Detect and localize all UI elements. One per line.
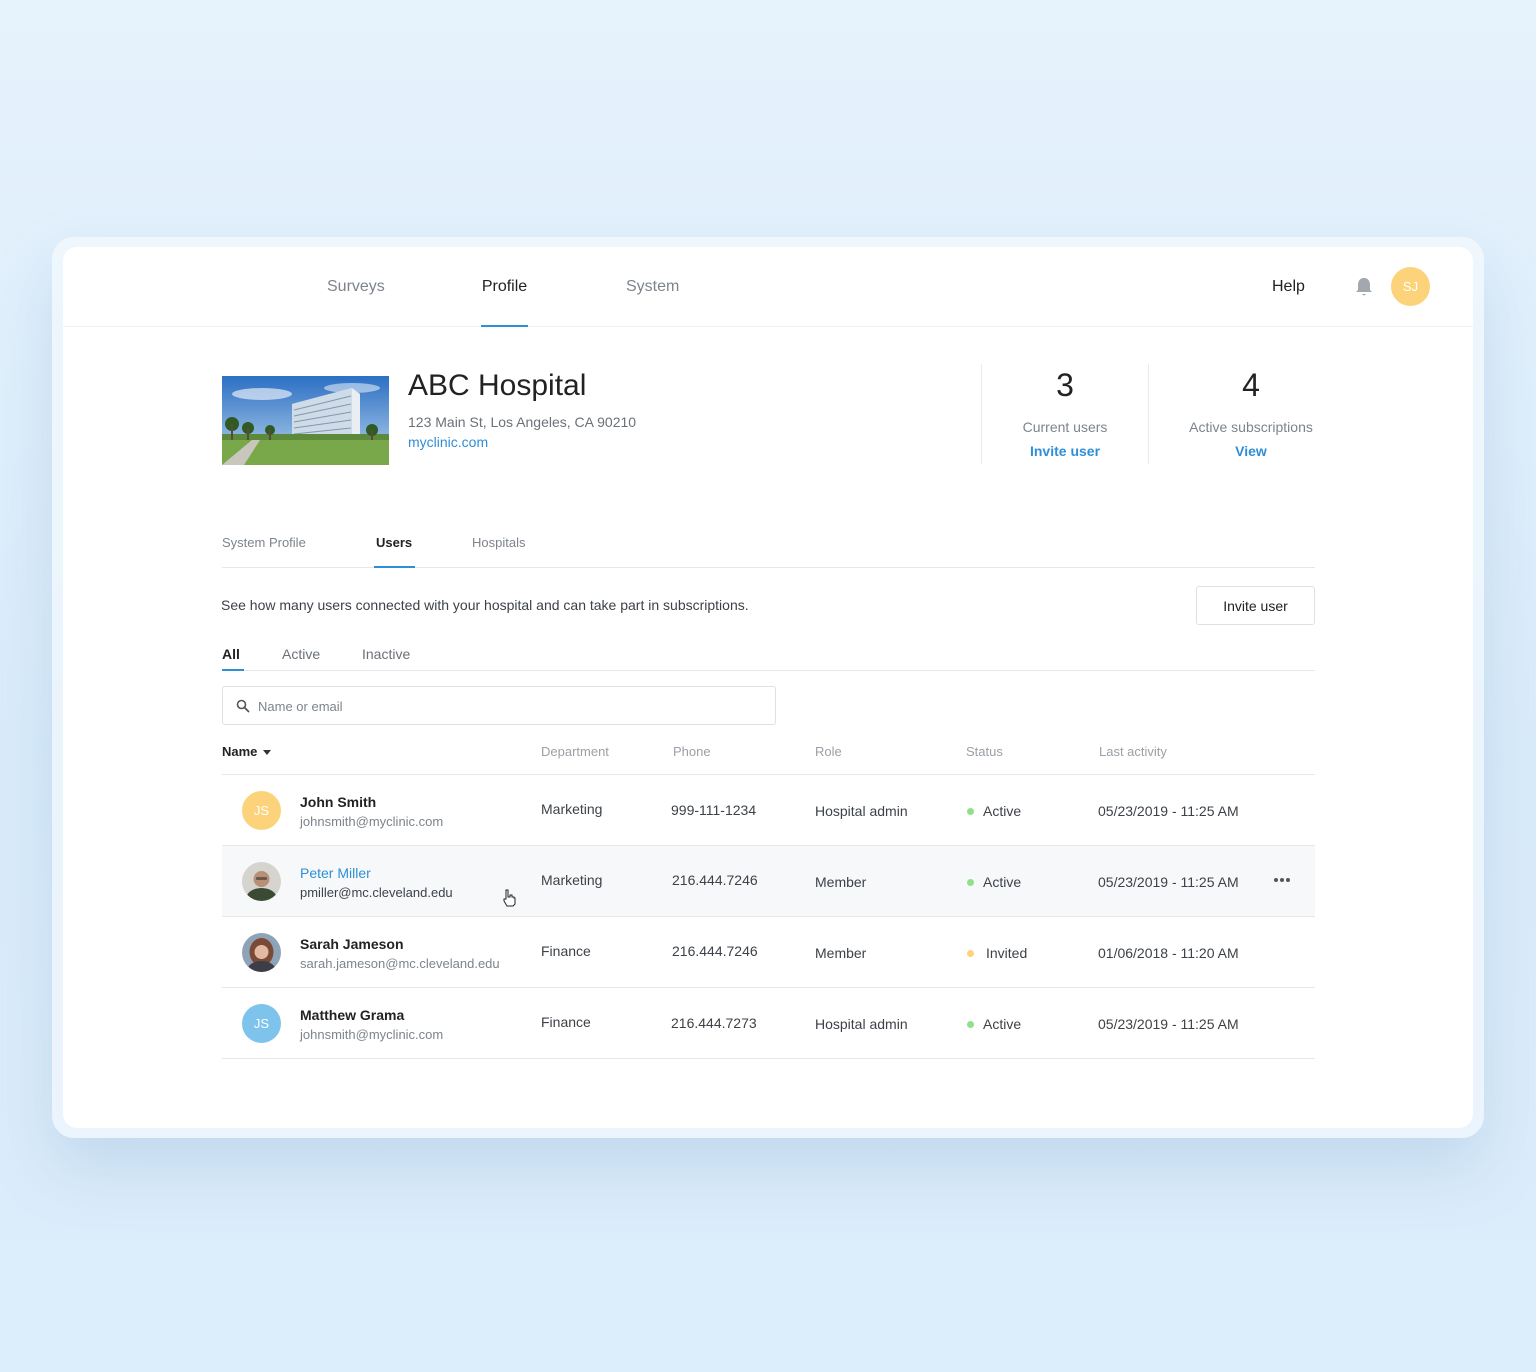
user-department: Marketing	[541, 872, 603, 888]
tab-users[interactable]: Users	[373, 535, 416, 568]
user-email: johnsmith@myclinic.com	[300, 814, 444, 829]
user-last-activity: 05/23/2019 - 11:25 AM	[1098, 874, 1239, 890]
user-phone: 999-111-1234	[671, 802, 757, 818]
current-users-count: 3	[1056, 367, 1074, 403]
nav-tab-system[interactable]: System	[626, 247, 679, 327]
user-department: Finance	[541, 1014, 591, 1030]
table-header: Name Department Phone Role Status Last a…	[222, 737, 1315, 775]
table-row[interactable]: JS John Smith johnsmith@myclinic.com Mar…	[222, 775, 1315, 846]
bell-icon[interactable]	[1354, 276, 1374, 298]
user-name-link[interactable]: Peter Miller	[300, 865, 371, 881]
user-role: Member	[815, 945, 867, 961]
search-input[interactable]	[258, 695, 758, 717]
stat-active-subscriptions: 4 Active subscriptions View	[1168, 367, 1334, 459]
invite-user-link[interactable]: Invite user	[982, 443, 1148, 459]
avatar	[242, 933, 281, 972]
user-email: pmiller@mc.cleveland.edu	[300, 885, 453, 900]
active-subscriptions-label: Active subscriptions	[1189, 419, 1313, 435]
column-header-name-label: Name	[222, 744, 258, 759]
user-last-activity: 05/23/2019 - 11:25 AM	[1098, 1016, 1239, 1032]
user-phone: 216.444.7273	[671, 1015, 757, 1031]
user-email: johnsmith@myclinic.com	[300, 1027, 444, 1042]
hospital-photo	[222, 376, 389, 465]
user-last-activity: 05/23/2019 - 11:25 AM	[1098, 803, 1239, 819]
user-department: Finance	[541, 943, 591, 959]
help-link[interactable]: Help	[1272, 247, 1305, 327]
table-row[interactable]: JS Matthew Grama johnsmith@myclinic.com …	[222, 988, 1315, 1059]
column-header-role[interactable]: Role	[815, 744, 842, 759]
table-row[interactable]: Sarah Jameson sarah.jameson@mc.cleveland…	[222, 917, 1315, 988]
status-dot	[967, 1021, 974, 1028]
user-name: John Smith	[300, 794, 377, 810]
filter-inactive[interactable]: Inactive	[362, 646, 410, 670]
search-icon	[236, 699, 250, 713]
table-row[interactable]: Peter Miller pmiller@mc.cleveland.edu Ma…	[222, 846, 1315, 917]
status-badge: Active	[983, 803, 1022, 819]
nav-tab-profile[interactable]: Profile	[481, 247, 528, 327]
status-dot	[967, 879, 974, 886]
column-header-department[interactable]: Department	[541, 744, 609, 759]
sort-caret-icon	[263, 750, 272, 756]
user-name: Matthew Grama	[300, 1007, 405, 1023]
status-dot	[967, 950, 974, 957]
hospital-address: 123 Main St, Los Angeles, CA 90210	[408, 414, 637, 430]
active-subscriptions-count: 4	[1242, 367, 1260, 403]
nav-tab-surveys[interactable]: Surveys	[327, 247, 385, 327]
user-role: Hospital admin	[815, 803, 908, 819]
invite-user-button[interactable]: Invite user	[1196, 586, 1315, 625]
user-avatar[interactable]: SJ	[1391, 267, 1430, 306]
column-header-last-activity[interactable]: Last activity	[1099, 744, 1167, 759]
user-email: sarah.jameson@mc.cleveland.edu	[300, 956, 500, 971]
stat-divider	[1148, 364, 1149, 464]
status-dot	[967, 808, 974, 815]
filter-active[interactable]: Active	[282, 646, 320, 670]
current-users-label: Current users	[1022, 419, 1108, 435]
user-phone: 216.444.7246	[672, 872, 758, 888]
column-header-phone[interactable]: Phone	[673, 744, 711, 759]
tab-system-profile[interactable]: System Profile	[222, 535, 306, 567]
column-header-status[interactable]: Status	[966, 744, 1003, 759]
status-filter-tabs: All Active Inactive	[222, 641, 1315, 671]
app-card: Surveys Profile System Help SJ ABC Hospi…	[63, 247, 1473, 1128]
hospital-name: ABC Hospital	[408, 369, 587, 402]
column-header-name[interactable]: Name	[222, 744, 272, 759]
user-role: Hospital admin	[815, 1016, 908, 1032]
filter-all[interactable]: All	[222, 646, 244, 671]
status-badge: Active	[983, 1016, 1022, 1032]
stat-current-users: 3 Current users Invite user	[982, 367, 1148, 459]
user-last-activity: 01/06/2018 - 11:20 AM	[1098, 945, 1239, 961]
pointer-cursor-icon	[503, 889, 516, 907]
tab-hospitals[interactable]: Hospitals	[472, 535, 525, 567]
profile-subtabs: System Profile Users Hospitals	[222, 527, 1315, 568]
avatar: JS	[242, 1004, 281, 1043]
avatar: JS	[242, 791, 281, 830]
hospital-website-link[interactable]: myclinic.com	[408, 434, 488, 450]
more-options-icon[interactable]	[1272, 870, 1292, 890]
users-description: See how many users connected with your h…	[221, 597, 749, 613]
user-department: Marketing	[541, 801, 603, 817]
user-name: Sarah Jameson	[300, 936, 404, 952]
top-navigation: Surveys Profile System Help SJ	[63, 247, 1473, 327]
status-badge: Active	[983, 874, 1022, 890]
status-badge: Invited	[986, 945, 1028, 961]
avatar	[242, 862, 281, 901]
user-phone: 216.444.7246	[672, 943, 758, 959]
view-subscriptions-link[interactable]: View	[1168, 443, 1334, 459]
user-role: Member	[815, 874, 867, 890]
search-box	[222, 686, 776, 725]
